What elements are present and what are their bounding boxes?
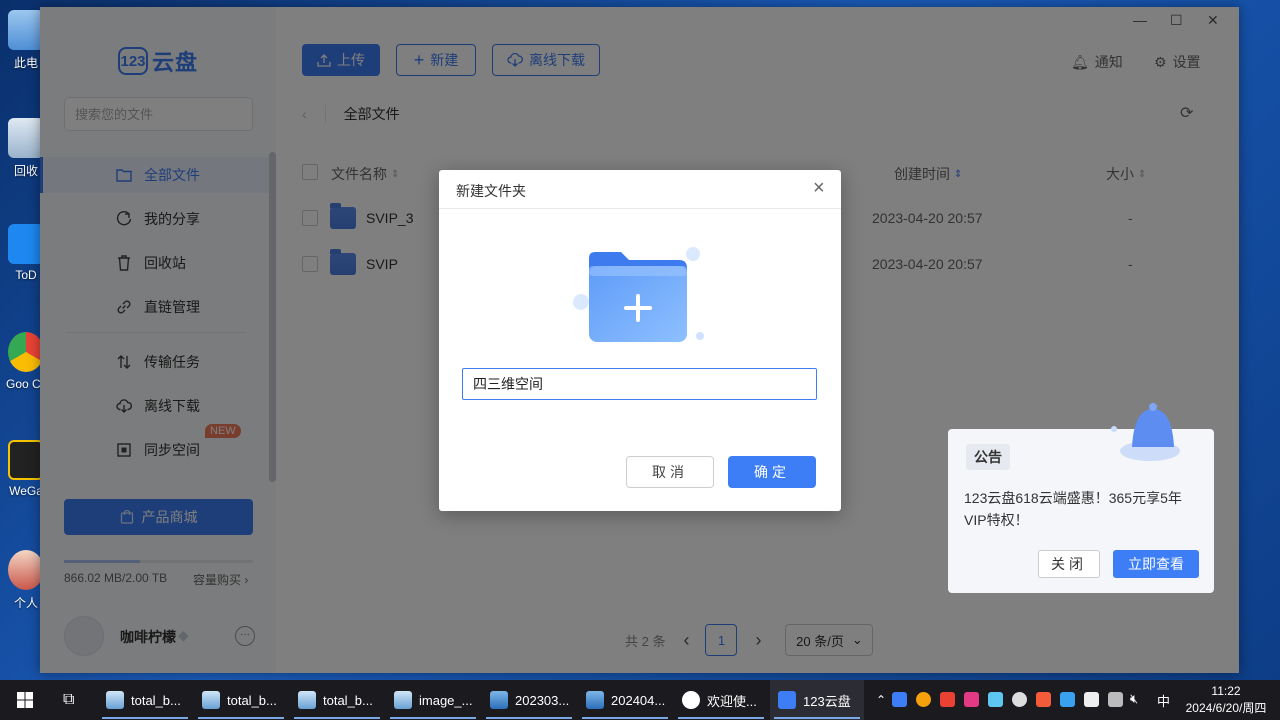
taskbar-item-active[interactable]: 123云盘 bbox=[770, 680, 864, 720]
image-icon bbox=[490, 691, 508, 709]
speaker-muted-icon[interactable]: 🔇︎ bbox=[1130, 691, 1138, 707]
close-icon[interactable]: × bbox=[813, 178, 825, 198]
file-icon bbox=[394, 691, 412, 709]
tray-app-icon[interactable] bbox=[1108, 692, 1123, 707]
taskbar: ⧉ total_b... total_b... total_b... image… bbox=[0, 680, 1280, 720]
ime-indicator[interactable]: 中 bbox=[1157, 691, 1170, 710]
tray-app-icon[interactable] bbox=[1084, 692, 1099, 707]
announcement-card: 公告 123云盘618云端盛惠！365元享5年VIP特权！ 关闭 立即查看 bbox=[948, 403, 1214, 593]
start-button[interactable] bbox=[8, 680, 34, 720]
file-icon bbox=[298, 691, 316, 709]
computer-icon bbox=[8, 10, 44, 50]
folder-name-input[interactable] bbox=[462, 368, 817, 400]
task-view-button[interactable]: ⧉ bbox=[55, 680, 74, 720]
clock[interactable]: 11:22 2024/6/20/周四 bbox=[1180, 683, 1272, 717]
image-icon bbox=[586, 691, 604, 709]
todesk-icon bbox=[8, 224, 44, 264]
view-now-button[interactable]: 立即查看 bbox=[1113, 550, 1199, 578]
clock-date: 2024/6/20/周四 bbox=[1185, 701, 1267, 715]
tray-app-icon[interactable] bbox=[964, 692, 979, 707]
close-announcement-button[interactable]: 关闭 bbox=[1038, 550, 1100, 578]
taskbar-item[interactable]: 202303... bbox=[482, 680, 576, 720]
confirm-button[interactable]: 确定 bbox=[728, 456, 816, 488]
tray-expand-button[interactable]: ⌃ bbox=[868, 680, 886, 720]
cancel-button[interactable]: 取消 bbox=[626, 456, 714, 488]
announcement-tag: 公告 bbox=[966, 444, 1010, 470]
baidu-netdisk-icon bbox=[682, 691, 700, 709]
taskbar-item[interactable]: total_b... bbox=[290, 680, 384, 720]
recycle-bin-icon bbox=[8, 118, 44, 158]
taskbar-item[interactable]: image_... bbox=[386, 680, 480, 720]
tray-app-icon[interactable] bbox=[1060, 692, 1075, 707]
chevron-up-icon: ⌃ bbox=[876, 693, 887, 707]
clock-time: 11:22 bbox=[1211, 684, 1241, 698]
tray-app-icon[interactable] bbox=[988, 692, 1003, 707]
taskbar-item[interactable]: 欢迎使... bbox=[674, 680, 768, 720]
tray-app-icon[interactable] bbox=[1012, 692, 1027, 707]
tray-app-icon[interactable] bbox=[940, 692, 955, 707]
new-folder-illustration-icon bbox=[573, 247, 704, 342]
windows-icon bbox=[17, 692, 33, 708]
taskbar-item[interactable]: total_b... bbox=[98, 680, 192, 720]
tray-app-icon[interactable] bbox=[916, 692, 931, 707]
tray-app-icon[interactable] bbox=[1036, 692, 1051, 707]
task-view-icon: ⧉ bbox=[63, 691, 75, 708]
chrome-icon bbox=[8, 332, 44, 372]
file-icon bbox=[106, 691, 124, 709]
dialog-divider bbox=[439, 208, 841, 209]
user-folder-icon bbox=[8, 550, 44, 590]
taskbar-item[interactable]: 202404... bbox=[578, 680, 672, 720]
taskbar-item[interactable]: total_b... bbox=[194, 680, 288, 720]
bell-illustration-icon bbox=[1111, 403, 1180, 461]
wegame-icon bbox=[8, 440, 44, 480]
file-icon bbox=[202, 691, 220, 709]
announcement-text: 123云盘618云端盛惠！365元享5年VIP特权！ bbox=[964, 490, 1182, 528]
new-folder-dialog: 新建文件夹 × 取消 确定 bbox=[439, 170, 841, 511]
dialog-title: 新建文件夹 bbox=[456, 183, 526, 199]
123pan-icon bbox=[778, 691, 796, 709]
tray-123pan-icon[interactable] bbox=[892, 692, 907, 707]
